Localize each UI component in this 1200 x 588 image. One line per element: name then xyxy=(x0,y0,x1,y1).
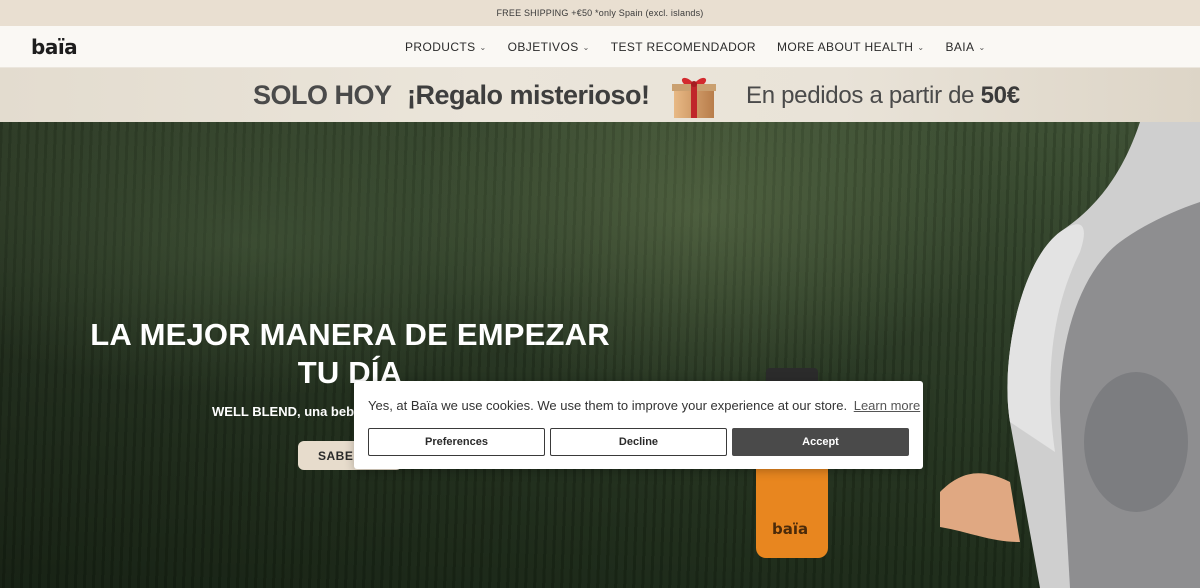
bottle-label: baïa xyxy=(772,520,808,538)
hero-subtitle: WELL BLEND, una bebida xyxy=(212,404,373,419)
chevron-down-icon: ⌄ xyxy=(582,42,590,52)
gift-icon xyxy=(672,77,716,118)
nav-products[interactable]: PRODUCTS ⌄ xyxy=(405,40,487,54)
promo-regalo: ¡Regalo misterioso! xyxy=(407,80,650,110)
nav-objetivos-label: OBJETIVOS xyxy=(507,40,579,54)
chevron-down-icon: ⌄ xyxy=(479,42,487,52)
promo-amount: 50€ xyxy=(980,82,1020,109)
promo-pedidos-text: En pedidos a partir de xyxy=(746,82,975,109)
promo-solo-hoy: SOLO HOY xyxy=(253,80,392,110)
nav-more-about-health[interactable]: MORE ABOUT HEALTH ⌄ xyxy=(777,40,925,54)
nav-objetivos[interactable]: OBJETIVOS ⌄ xyxy=(508,40,590,54)
announcement-bar: FREE SHIPPING +€50 *only Spain (excl. is… xyxy=(0,0,1200,26)
nav-health-label: MORE ABOUT HEALTH xyxy=(776,40,914,54)
cookie-message-text: Yes, at Baïa we use cookies. We use them… xyxy=(368,398,848,413)
accept-button[interactable]: Accept xyxy=(732,428,909,456)
site-header: baïa PRODUCTS ⌄ OBJETIVOS ⌄ TEST RECOMEN… xyxy=(0,26,1200,68)
chevron-down-icon: ⌄ xyxy=(978,42,986,52)
promo-pedidos: En pedidos a partir de 50€ xyxy=(746,82,1020,110)
chevron-down-icon: ⌄ xyxy=(917,42,925,52)
promo-banner[interactable]: SOLO HOY ¡Regalo misterioso! En pedidos … xyxy=(0,68,1200,122)
nav-products-label: PRODUCTS xyxy=(405,40,476,54)
hero-section: baïa LA MEJOR MANERA DE EMPEZAR TU DÍA W… xyxy=(0,122,1200,588)
learn-more-link[interactable]: Learn more xyxy=(854,398,920,413)
nav-baia-label: BAIA xyxy=(945,40,975,54)
nav-baia[interactable]: BAIA ⌄ xyxy=(945,40,985,54)
cookie-message: Yes, at Baïa we use cookies. We use them… xyxy=(368,398,920,413)
nav-test-label: TEST RECOMENDADOR xyxy=(610,40,756,54)
decline-button[interactable]: Decline xyxy=(550,428,727,456)
logo[interactable]: baïa xyxy=(31,35,78,59)
preferences-button[interactable]: Preferences xyxy=(368,428,545,456)
nav-test-recomendador[interactable]: TEST RECOMENDADOR xyxy=(611,40,756,54)
main-nav: PRODUCTS ⌄ OBJETIVOS ⌄ TEST RECOMENDADOR… xyxy=(405,26,986,68)
cookie-banner: Yes, at Baïa we use cookies. We use them… xyxy=(354,381,923,469)
hero-person-image xyxy=(940,122,1200,588)
announcement-text: FREE SHIPPING +€50 *only Spain (excl. is… xyxy=(496,8,704,18)
